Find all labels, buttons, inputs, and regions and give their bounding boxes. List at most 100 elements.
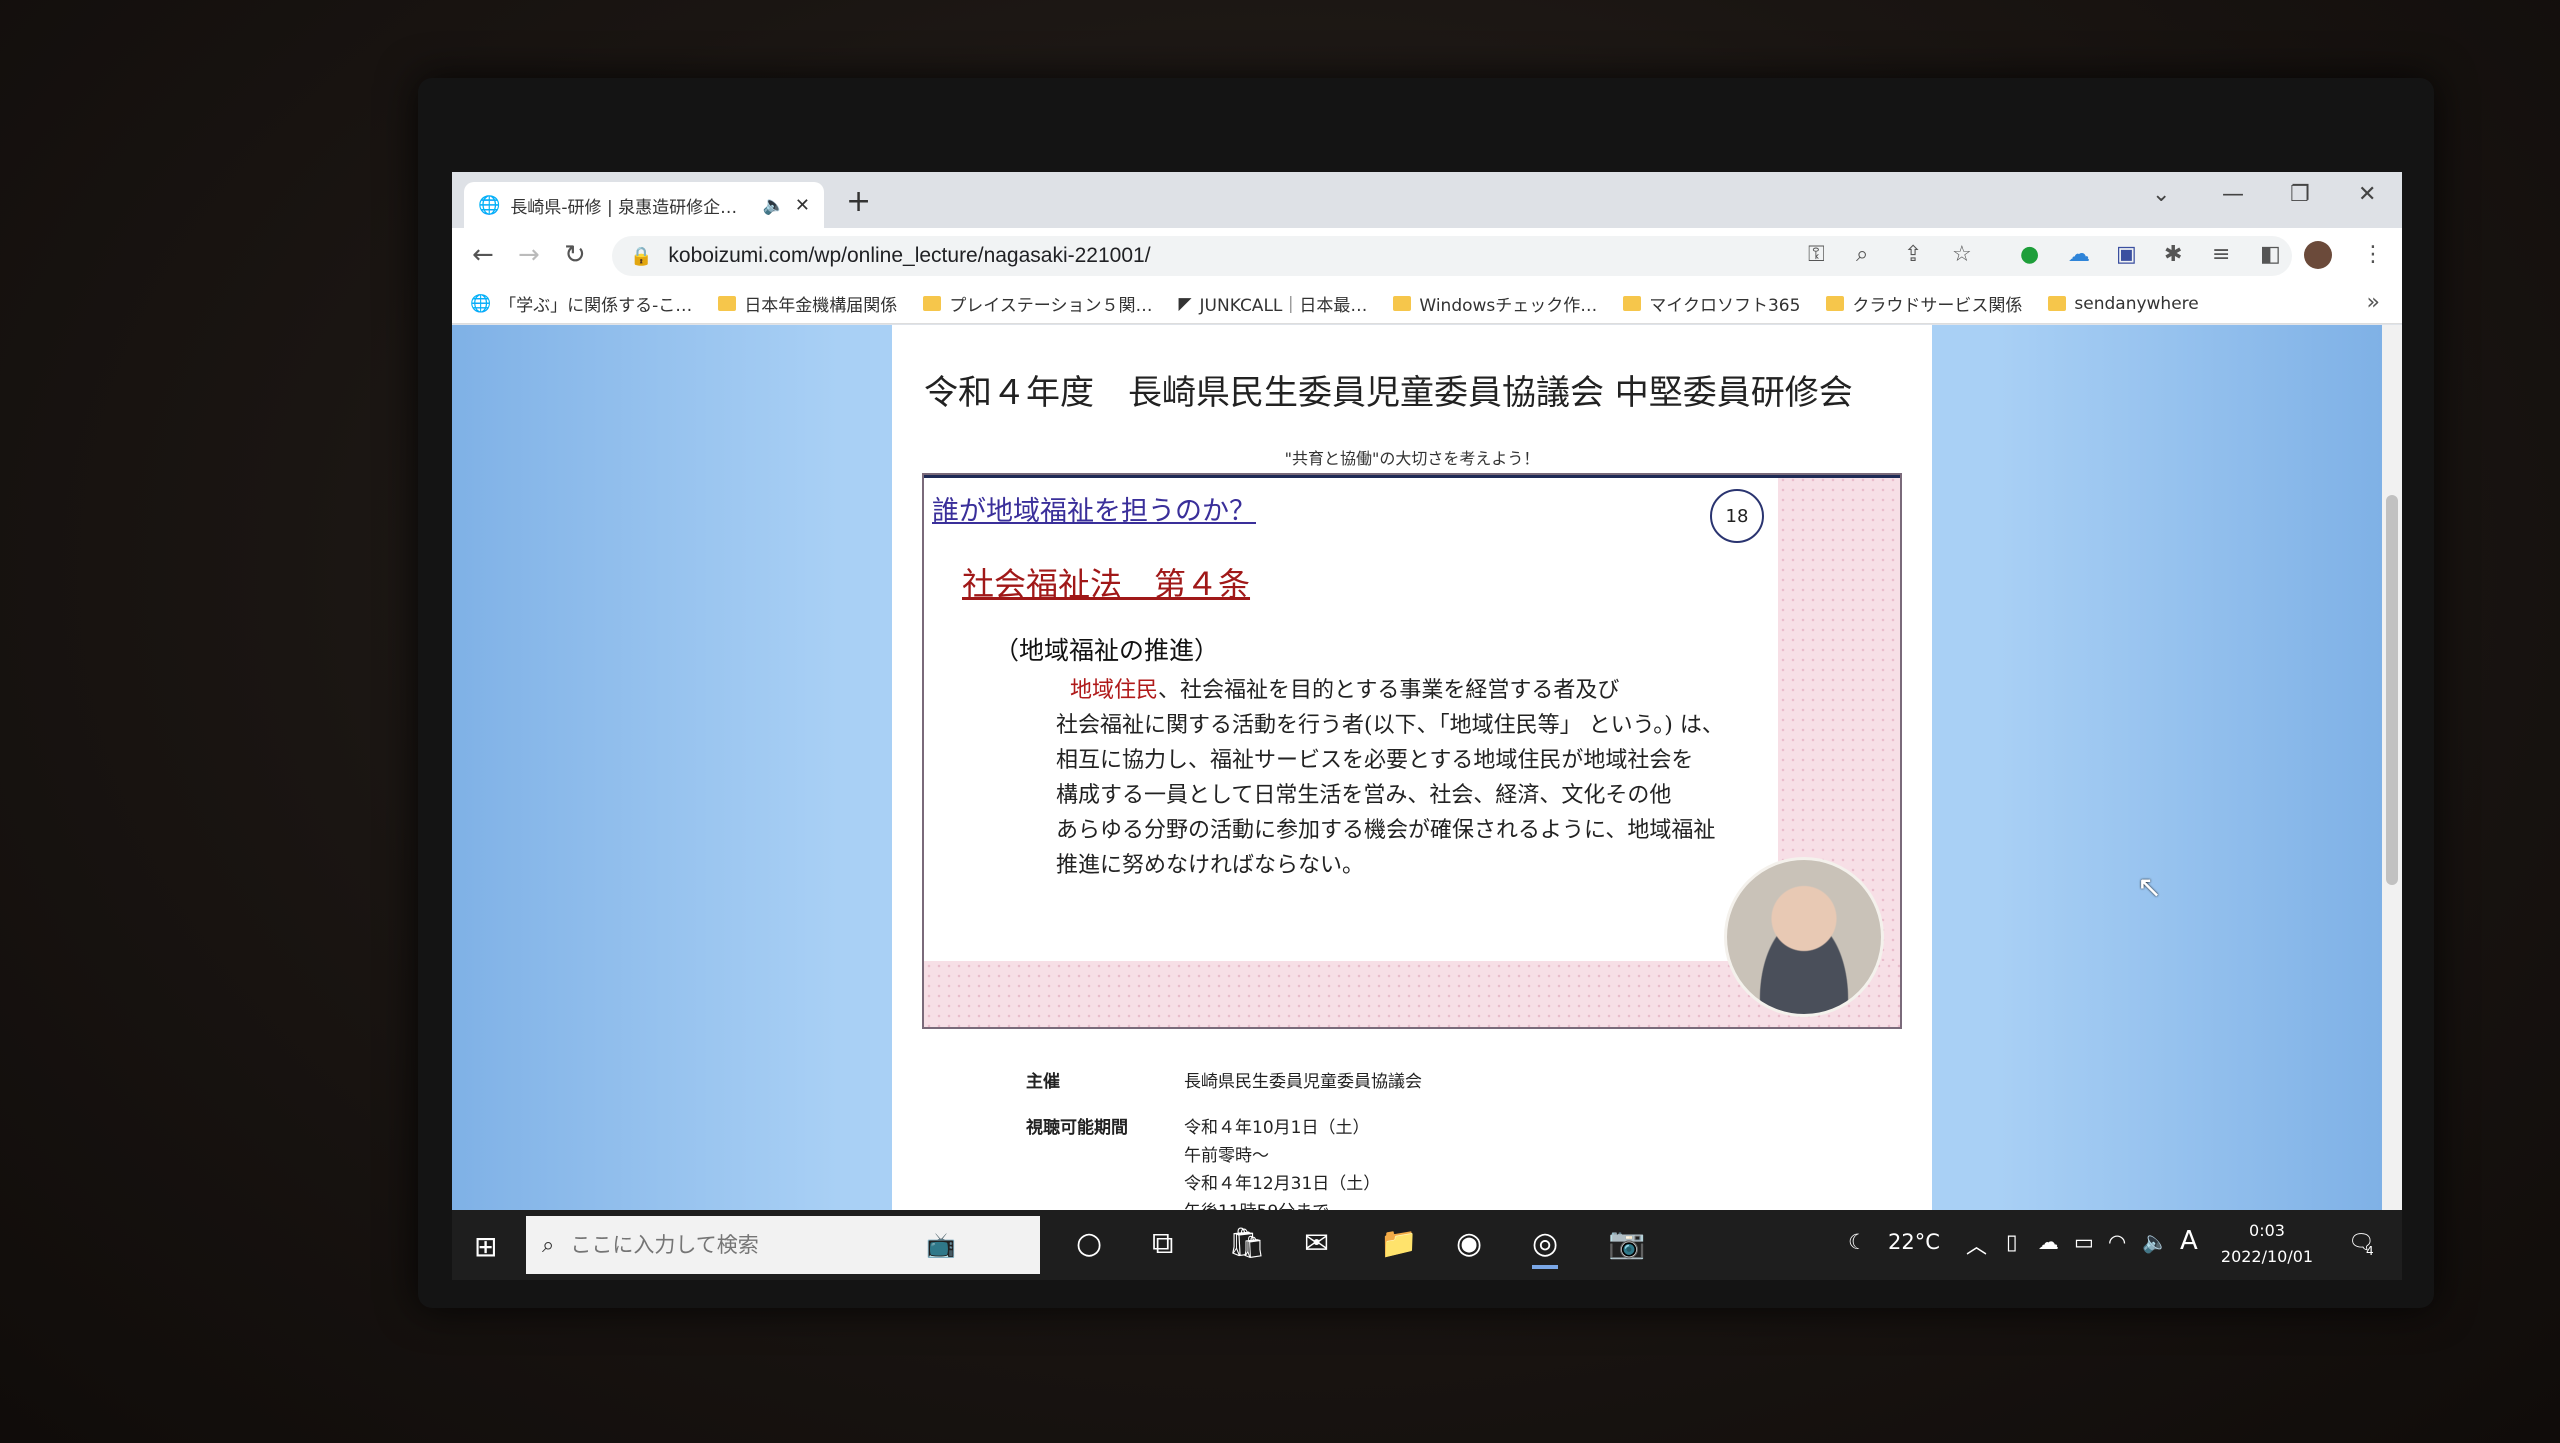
tray-chevron-up-icon[interactable]: ︿ [1966, 1230, 1987, 1260]
period-line: 令和４年12月31日（土） [1184, 1174, 1381, 1194]
globe-icon: 🌐 [478, 194, 501, 216]
taskbar-search-input[interactable] [568, 1232, 913, 1258]
new-tab-button[interactable]: + [846, 184, 871, 219]
slide-body-line: 社会福祉に関する活動を行う者(以下、｢地域住民等」 という。) は、 [1056, 713, 1724, 738]
article: 令和４年度 長崎県民生委員児童委員協議会 中堅委員研修会 "共育と協働"の大切さ… [892, 325, 1932, 1210]
forward-icon[interactable]: → [518, 240, 540, 270]
mail-icon[interactable]: ✉ [1304, 1226, 1329, 1261]
media-control-icon[interactable]: ≡ [2212, 242, 2230, 267]
restore-icon[interactable]: ❐ [2290, 182, 2310, 207]
reload-icon[interactable]: ↻ [564, 240, 586, 270]
cortana-icon[interactable]: ○ [1076, 1226, 1102, 1261]
slide-body-line: 地域住民、社会福祉を目的とする事業を経営する者及び [1070, 678, 1620, 703]
wifi-icon[interactable]: ◠ [2108, 1230, 2126, 1254]
folder-icon [2048, 296, 2067, 311]
mouse-cursor-icon: ↖ [2137, 870, 2163, 905]
windows-start-icon[interactable]: ⊞ [474, 1230, 497, 1263]
side-panel-icon[interactable]: ◧ [2260, 242, 2281, 267]
period-line: 午後11時59分まで [1184, 1197, 1329, 1210]
clock-date: 2022/10/01 [2220, 1247, 2314, 1266]
bookmark-item[interactable]: クラウドサービス関係 [1826, 291, 2022, 316]
bookmark-item[interactable]: マイクロソフト365 [1623, 291, 1800, 316]
speaker-icon[interactable]: 🔈 [762, 195, 784, 216]
slide-section-title: （地域福祉の推進） [994, 636, 1220, 665]
tv-mascot-icon: 📺 [926, 1231, 957, 1259]
onedrive-icon[interactable]: ☁ [2038, 1230, 2059, 1254]
volume-icon[interactable]: 🔈 [2142, 1230, 2168, 1255]
ime-indicator[interactable]: A [2180, 1226, 2198, 1256]
slide-body-line: 推進に努めなければならない。 [1056, 853, 1365, 878]
extension-green-icon[interactable]: ● [2020, 242, 2039, 267]
close-tab-icon[interactable]: ✕ [795, 195, 810, 216]
presenter-portrait [1724, 857, 1884, 1017]
slide-heading: 誰が地域福祉を担うのか？ [932, 496, 1256, 527]
slide-body-line: 構成する一員として日常生活を営み、社会、経済、文化その他 [1056, 783, 1672, 808]
windows-taskbar: ⊞ ⌕ 📺 ○ ⧉ 🛍 ✉ 📁 ◉ ◎ 📷 ☾ 22°C ︿ ▯ ☁ ▭ ◠ 🔈… [452, 1210, 2402, 1280]
lock-icon: 🔒 [630, 245, 653, 267]
weather-moon-icon[interactable]: ☾ [1848, 1230, 1867, 1254]
page-title: 令和４年度 長崎県民生委員児童委員協議会 中堅委員研修会 [924, 373, 1853, 413]
tab-search-icon[interactable]: ⌄ [2152, 182, 2170, 207]
address-bar[interactable]: 🔒 [612, 236, 2292, 276]
bookmark-item[interactable]: ◤ JUNKCALL｜日本最… [1178, 291, 1367, 317]
bookmark-star-icon[interactable]: ☆ [1952, 242, 1972, 267]
folder-icon [1826, 296, 1845, 311]
folder-icon [1623, 296, 1642, 311]
slide-body-line: あらゆる分野の活動に参加する機会が確保されるように、地域福祉 [1056, 818, 1716, 843]
task-view-icon[interactable]: ⧉ [1152, 1226, 1173, 1261]
bookmark-item[interactable]: 日本年金機構届関係 [718, 291, 897, 316]
menu-kebab-icon[interactable]: ⋮ [2362, 242, 2384, 267]
bookmark-item[interactable]: sendanywhere [2048, 294, 2199, 314]
slide-body-line: 相互に協力し、福祉サービスを必要とする地域住民が地域社会を [1056, 748, 1694, 773]
bookmark-item[interactable]: プレイステーション５関… [923, 291, 1152, 316]
page-scrollbar[interactable] [2382, 325, 2402, 1210]
search-icon: ⌕ [542, 1232, 555, 1258]
chrome-browser-icon[interactable]: ◎ [1532, 1226, 1559, 1269]
folder-icon [718, 296, 737, 311]
extensions-puzzle-icon[interactable]: ✱ [2164, 242, 2182, 267]
extension-app-icon[interactable]: ▣ [2116, 242, 2137, 267]
bookmarks-bar: 🌐 「学ぶ」に関係する-こ… 日本年金機構届関係 プレイステーション５関… ◤ JU… [452, 284, 2402, 324]
clock-time: 0:03 [2249, 1221, 2285, 1240]
period-label: 視聴可能期間 [1026, 1118, 1128, 1138]
zoom-icon[interactable]: ⌕ [1856, 242, 1868, 267]
close-window-icon[interactable]: ✕ [2358, 182, 2376, 207]
key-icon[interactable]: ⚿ [1808, 242, 1825, 267]
globe-icon: 🌐 [470, 293, 492, 314]
taskbar-clock[interactable]: 0:03 2022/10/01 [2212, 1218, 2322, 1270]
battery-icon[interactable]: ▭ [2074, 1230, 2094, 1254]
folder-icon [1393, 296, 1412, 311]
site-logo-icon: ◤ [1178, 293, 1192, 314]
share-icon[interactable]: ⇪ [1904, 242, 1922, 267]
highlight-term: 地域住民 [1070, 678, 1159, 703]
bookmarks-overflow-button[interactable]: » [2367, 290, 2380, 315]
slide-divider [924, 475, 1900, 478]
notification-count: 4 [2366, 1244, 2374, 1258]
tab-strip: 🌐 長崎県-研修 | 泉惠造研修企… 🔈 ✕ + ⌄ — ❐ ✕ [452, 172, 2402, 228]
temperature[interactable]: 22°C [1888, 1230, 1940, 1254]
tray-device-icon[interactable]: ▯ [2006, 1230, 2018, 1254]
organizer-label: 主催 [1026, 1072, 1060, 1092]
organizer-value: 長崎県民生委員児童委員協議会 [1184, 1072, 1422, 1092]
browser-tab[interactable]: 🌐 長崎県-研修 | 泉惠造研修企… 🔈 ✕ [464, 182, 824, 228]
file-explorer-icon[interactable]: 📁 [1380, 1226, 1417, 1261]
back-icon[interactable]: ← [472, 240, 494, 270]
bookmark-item[interactable]: Windowsチェック作… [1393, 291, 1597, 316]
slide-number: 18 [1710, 489, 1764, 543]
slide-body: 地域住民、社会福祉を目的とする事業を経営する者及び 社会福祉に関する活動を行う者… [1056, 673, 1736, 883]
scrollbar-thumb[interactable] [2386, 495, 2398, 885]
profile-avatar[interactable] [2304, 241, 2332, 269]
store-icon[interactable]: 🛍 [1228, 1226, 1266, 1261]
lecture-slide[interactable]: 誰が地域福祉を担うのか？ 18 社会福祉法 第４条 （地域福祉の推進） 地域住民… [922, 473, 1902, 1029]
period-line: 令和４年10月1日（土） [1184, 1118, 1370, 1138]
camera-icon[interactable]: 📷 [1608, 1226, 1645, 1261]
folder-icon [923, 296, 942, 311]
tab-title: 長崎県-研修 | 泉惠造研修企… [510, 197, 738, 218]
period-line: 午前零時～ [1184, 1146, 1269, 1166]
minimize-icon[interactable]: — [2222, 182, 2244, 207]
taskbar-search-box[interactable]: ⌕ 📺 [526, 1216, 1040, 1274]
edge-browser-icon[interactable]: ◉ [1456, 1226, 1482, 1261]
cloud-extension-icon[interactable]: ☁ [2068, 242, 2090, 267]
bookmark-item[interactable]: 🌐 「学ぶ」に関係する-こ… [470, 291, 692, 317]
slide-law-title: 社会福祉法 第４条 [962, 565, 1251, 603]
